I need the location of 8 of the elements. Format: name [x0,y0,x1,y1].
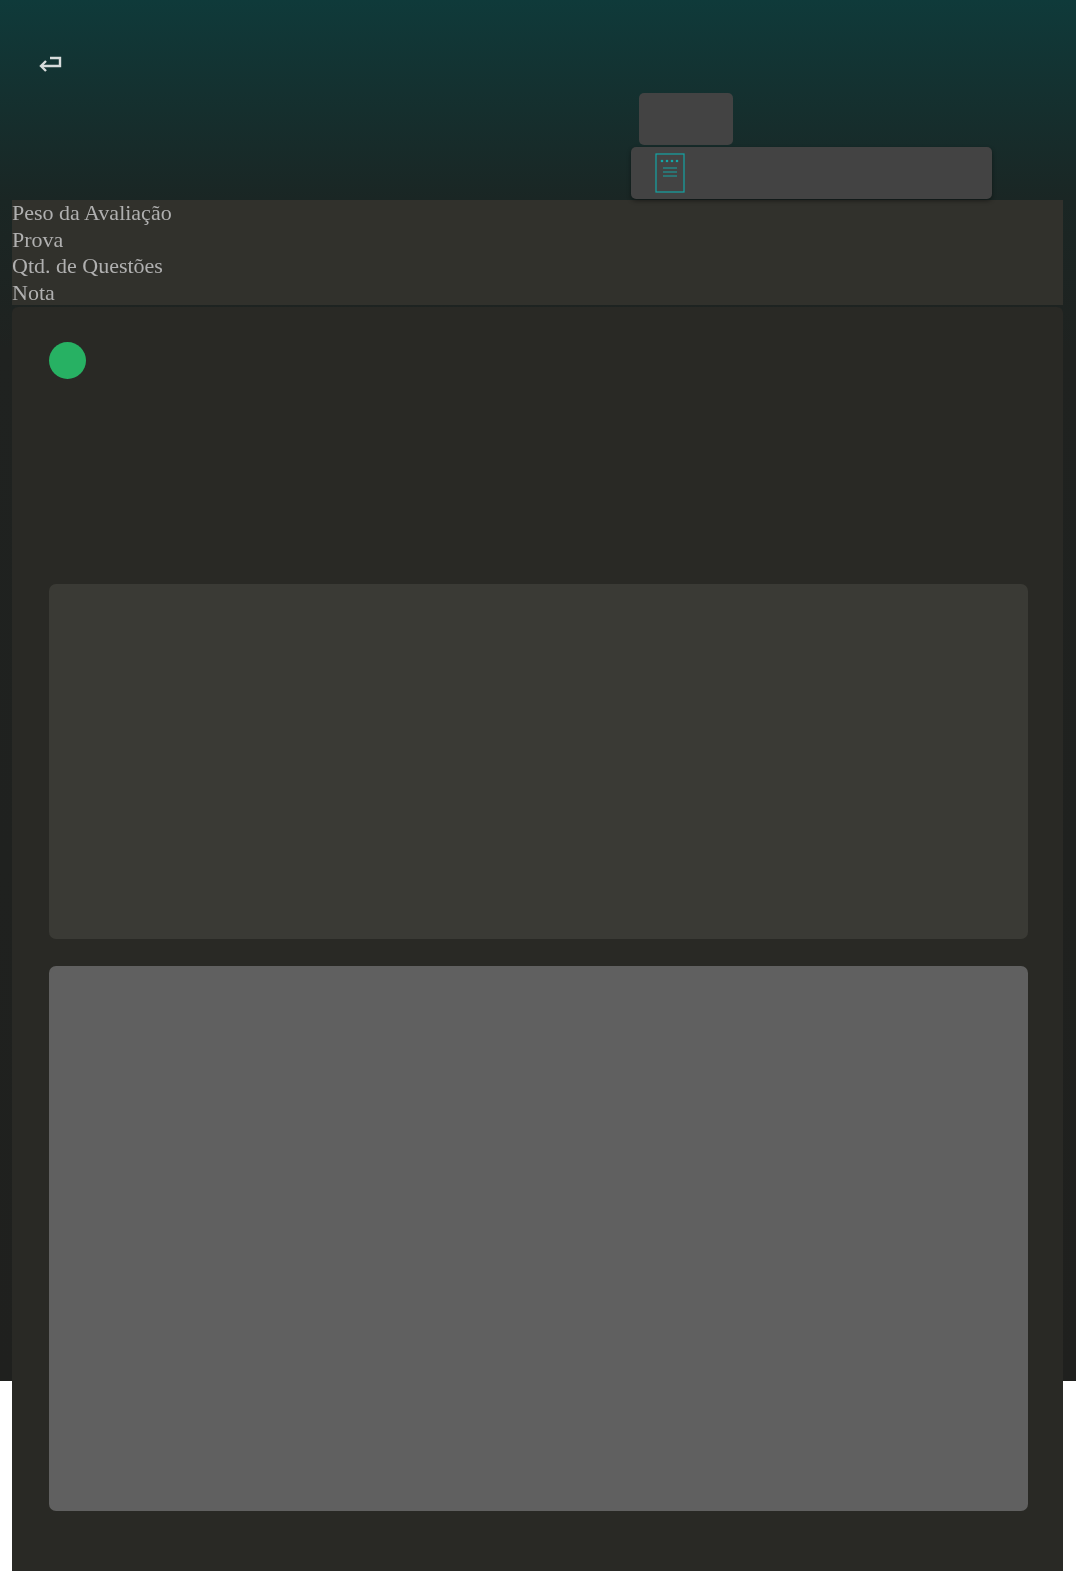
field-label: Peso da Avaliação [12,200,172,227]
status-dot [49,342,86,379]
note-icon [655,153,685,193]
field-label: Nota [12,279,55,306]
document-bar[interactable] [631,147,992,199]
field-label: Qtd. de Questões [12,253,163,280]
tab-box[interactable] [639,93,733,145]
field-label: Prova [12,226,64,253]
